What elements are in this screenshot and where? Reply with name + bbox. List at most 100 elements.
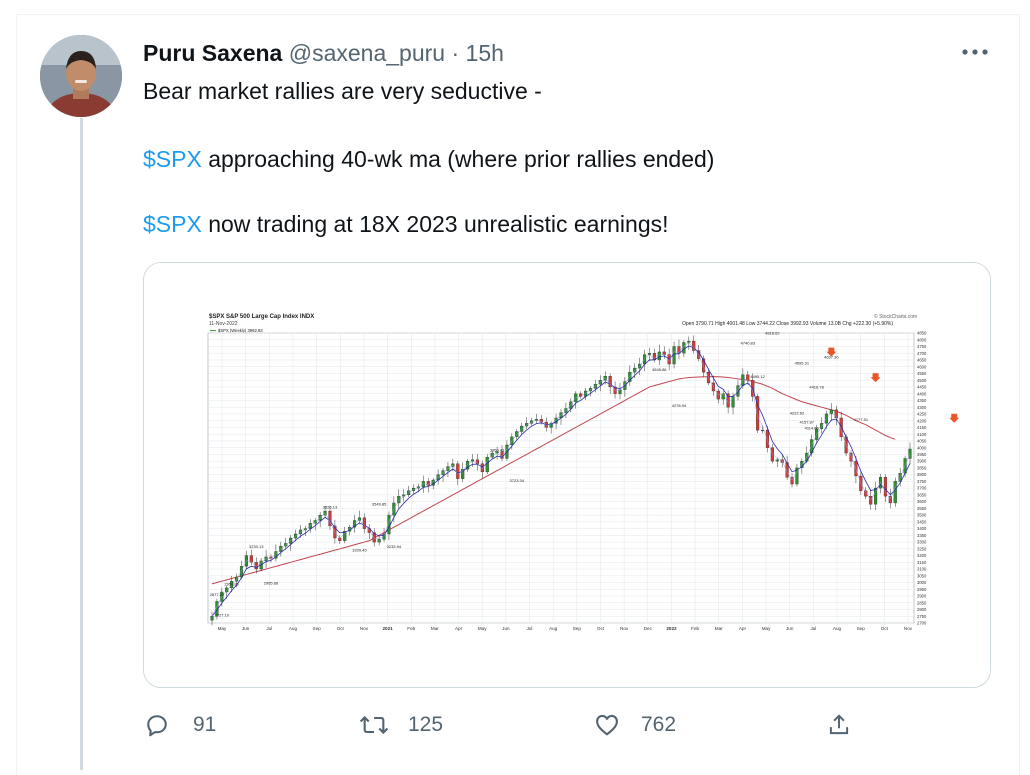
y-tick-label: 3450 xyxy=(917,519,927,524)
candle-body xyxy=(210,616,214,621)
price-label: 3950.43 xyxy=(490,447,505,452)
share-button[interactable] xyxy=(826,710,852,740)
y-tick-label: 3400 xyxy=(917,526,927,531)
price-label: 4595.31 xyxy=(795,360,810,365)
y-tick-label: 4000 xyxy=(917,445,927,450)
price-label: 4416.78 xyxy=(809,385,824,390)
price-label: 4177.51 xyxy=(854,417,869,422)
y-tick-label: 3850 xyxy=(917,465,927,470)
like-button[interactable]: 762 xyxy=(593,710,676,740)
author-name[interactable]: Puru Saxena xyxy=(143,40,282,66)
x-tick-label: Dec xyxy=(644,626,653,631)
y-tick-label: 3200 xyxy=(917,553,927,558)
cashtag-link[interactable]: $SPX xyxy=(143,211,202,237)
x-tick-label: 2022 xyxy=(666,626,677,631)
x-tick-label: Sep xyxy=(573,626,582,631)
retweet-icon xyxy=(359,715,389,735)
y-tick-label: 3150 xyxy=(917,560,927,565)
price-label: 4114.65 xyxy=(805,425,820,430)
more-options-button[interactable] xyxy=(960,40,990,64)
price-label: 3723.34 xyxy=(510,478,525,483)
x-tick-label: Jul xyxy=(266,626,272,631)
y-tick-label: 3300 xyxy=(917,540,927,545)
candle-body xyxy=(893,481,897,504)
x-tick-label: Sep xyxy=(857,626,866,631)
y-tick-label: 4400 xyxy=(917,391,927,396)
y-tick-label: 3700 xyxy=(917,486,927,491)
retweet-button[interactable]: 125 xyxy=(358,710,443,740)
price-label: 2877.22 xyxy=(210,592,225,597)
y-tick-label: 3900 xyxy=(917,459,927,464)
price-label: 3549.85 xyxy=(372,501,387,506)
candle-body xyxy=(377,539,381,543)
x-tick-label: Mar xyxy=(431,626,439,631)
chart-title: $SPX S&P 500 Large Cap Index INDX xyxy=(209,314,314,320)
y-tick-label: 3950 xyxy=(917,452,927,457)
chart-date: 11-Nov-2022 xyxy=(209,321,238,327)
reply-count: 91 xyxy=(193,713,217,736)
tweet-text-line-2: $SPX approaching 40-wk ma (where prior r… xyxy=(143,146,714,173)
y-tick-label: 2750 xyxy=(917,614,927,619)
share-icon xyxy=(829,714,849,735)
x-tick-label: Aug xyxy=(833,626,842,631)
y-tick-label: 4500 xyxy=(917,378,927,383)
y-tick-label: 3100 xyxy=(917,567,927,572)
price-label: 2727.10 xyxy=(215,612,230,617)
price-label: 4222.62 xyxy=(790,411,805,416)
tweet-text: Bear market rallies are very seductive - xyxy=(143,78,542,104)
y-tick-label: 4850 xyxy=(917,331,927,336)
y-tick-label: 4450 xyxy=(917,385,927,390)
x-tick-label: Mar xyxy=(715,626,723,631)
y-tick-label: 4300 xyxy=(917,405,927,410)
candle-body xyxy=(485,456,489,473)
cashtag-link[interactable]: $SPX xyxy=(143,146,202,172)
price-label: 4278.94 xyxy=(672,403,687,408)
x-tick-label: Oct xyxy=(337,626,345,631)
media-card[interactable]: $SPX S&P 500 Large Cap Index INDX 11-Nov… xyxy=(143,262,991,688)
tweet-text-line-1: Bear market rallies are very seductive - xyxy=(143,78,542,105)
y-tick-label: 4550 xyxy=(917,371,927,376)
x-tick-label: Oct xyxy=(881,626,889,631)
y-tick-label: 4700 xyxy=(917,351,927,356)
candle-body xyxy=(731,396,735,408)
legend-entry: $SPX (Weekly) 3992.93 xyxy=(218,328,263,333)
y-tick-label: 2800 xyxy=(917,607,927,612)
tweet-text: approaching 40-wk ma (where prior rallie… xyxy=(201,146,715,172)
candle-body xyxy=(362,517,366,529)
reply-button[interactable]: 91 xyxy=(143,710,216,740)
y-tick-label: 4600 xyxy=(917,364,927,369)
y-tick-label: 2700 xyxy=(917,621,927,626)
y-tick-label: 4250 xyxy=(917,412,927,417)
candle-body xyxy=(819,423,824,429)
candle-body xyxy=(456,463,460,479)
x-tick-label: Feb xyxy=(407,626,415,631)
avatar[interactable] xyxy=(40,35,122,117)
timestamp[interactable]: 15h xyxy=(466,40,504,66)
price-label: 3526.13 xyxy=(323,505,338,510)
tweet-text: now trading at 18X 2023 unrealistic earn… xyxy=(201,211,669,237)
x-tick-label: Jun xyxy=(786,626,794,631)
x-tick-label: Nov xyxy=(360,626,369,631)
dot-separator: · xyxy=(451,40,460,66)
x-tick-label: 2021 xyxy=(382,626,393,631)
plot-area xyxy=(207,332,915,624)
x-tick-label: Aug xyxy=(549,626,558,631)
candle-body xyxy=(775,459,779,462)
author-handle[interactable]: @saxena_puru xyxy=(289,40,445,66)
candle-body xyxy=(308,523,312,529)
y-tick-label: 4100 xyxy=(917,432,927,437)
price-label: 2954.86 xyxy=(224,582,239,587)
reply-icon xyxy=(147,715,167,737)
x-tick-label: Oct xyxy=(597,626,605,631)
y-tick-label: 2850 xyxy=(917,600,927,605)
price-label: 4545.86 xyxy=(652,367,667,372)
candle-body xyxy=(318,514,322,521)
candle-body xyxy=(643,354,647,365)
y-tick-label: 4750 xyxy=(917,344,927,349)
candle-body xyxy=(687,340,691,343)
x-tick-label: Jul xyxy=(810,626,816,631)
x-tick-label: May xyxy=(478,626,487,631)
candle-body xyxy=(765,429,770,448)
x-tick-label: Feb xyxy=(691,626,699,631)
y-tick-label: 2950 xyxy=(917,587,927,592)
